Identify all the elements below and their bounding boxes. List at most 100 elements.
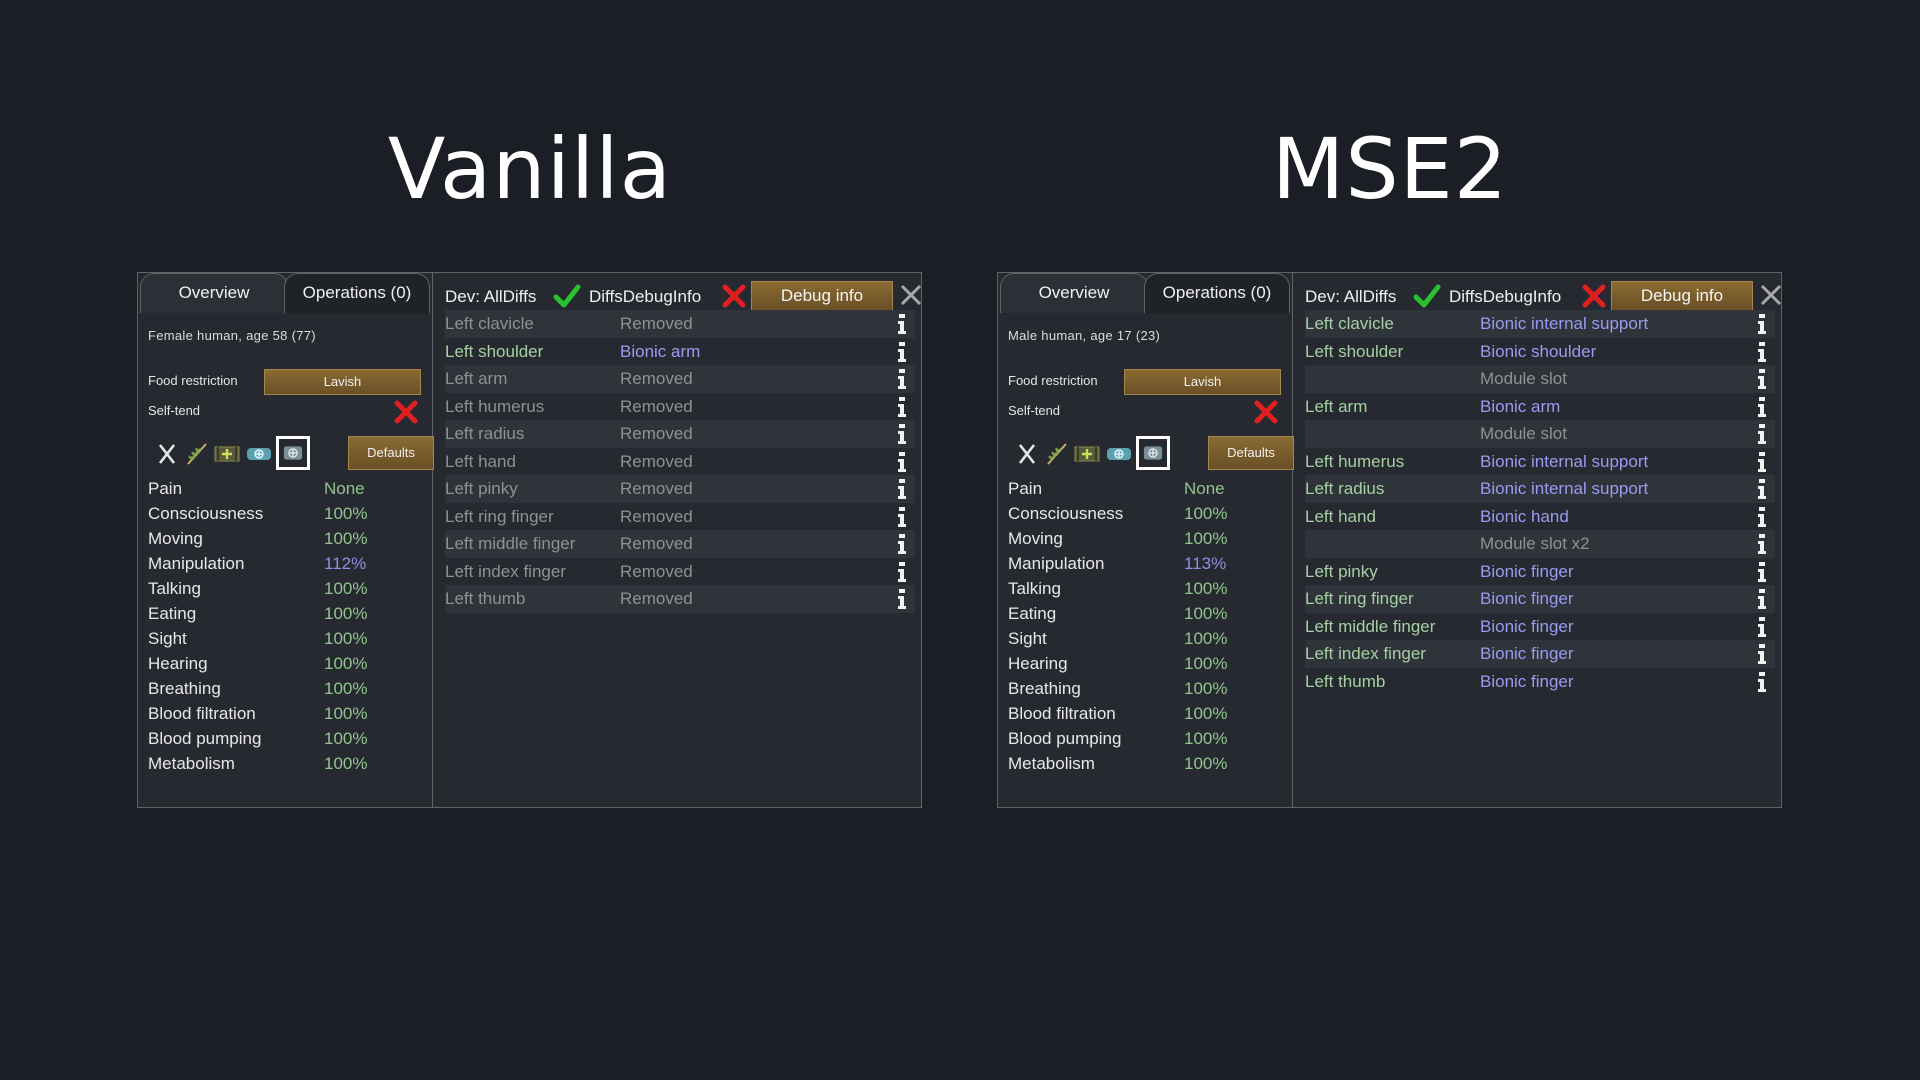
herbal-medicine-icon[interactable] <box>1042 440 1072 468</box>
hediff-row[interactable]: Left hand Removed <box>445 448 915 476</box>
food-restriction-button[interactable]: Lavish <box>264 369 421 395</box>
hediff-row[interactable]: Left clavicle Removed <box>445 310 915 338</box>
self-tend-toggle-x-icon[interactable] <box>1253 399 1279 425</box>
info-icon[interactable] <box>1756 533 1768 555</box>
self-tend-toggle-x-icon[interactable] <box>393 399 419 425</box>
capacity-row[interactable]: Breathing 100% <box>148 676 428 701</box>
info-icon[interactable] <box>896 451 908 473</box>
hediff-row[interactable]: Left radius Removed <box>445 420 915 448</box>
hediff-row[interactable]: Left clavicle Bionic internal support <box>1305 310 1775 338</box>
info-icon[interactable] <box>1756 506 1768 528</box>
info-icon[interactable] <box>1756 588 1768 610</box>
capacity-row[interactable]: Blood filtration 100% <box>1008 701 1288 726</box>
hediff-row[interactable]: Module slot <box>1305 365 1775 393</box>
defaults-button[interactable]: Defaults <box>1208 436 1294 470</box>
info-icon[interactable] <box>1756 451 1768 473</box>
info-icon[interactable] <box>896 423 908 445</box>
info-icon[interactable] <box>1756 671 1768 693</box>
hediff-row[interactable]: Left shoulder Bionic shoulder <box>1305 338 1775 366</box>
capacity-row[interactable]: Blood pumping 100% <box>148 726 428 751</box>
dev-alldiffs-label[interactable]: Dev: AllDiffs <box>1305 287 1396 307</box>
glitterworld-medicine-icon[interactable] <box>244 440 274 468</box>
hediff-row[interactable]: Left middle finger Removed <box>445 530 915 558</box>
info-icon[interactable] <box>1756 616 1768 638</box>
glitterworld-medicine-icon[interactable] <box>1104 440 1134 468</box>
hediff-row[interactable]: Left humerus Bionic internal support <box>1305 448 1775 476</box>
capacity-row[interactable]: Sight 100% <box>1008 626 1288 651</box>
info-icon[interactable] <box>1756 478 1768 500</box>
capacity-row[interactable]: Blood filtration 100% <box>148 701 428 726</box>
hediff-row[interactable]: Left humerus Removed <box>445 393 915 421</box>
capacity-row[interactable]: Pain None <box>148 476 428 501</box>
capacity-row[interactable]: Blood pumping 100% <box>1008 726 1288 751</box>
capacity-row[interactable]: Manipulation 113% <box>1008 551 1288 576</box>
hediff-row[interactable]: Module slot <box>1305 420 1775 448</box>
hediff-row[interactable]: Left pinky Removed <box>445 475 915 503</box>
info-icon[interactable] <box>1756 561 1768 583</box>
info-icon[interactable] <box>1756 423 1768 445</box>
tab-overview[interactable]: Overview <box>140 273 288 313</box>
herbal-medicine-icon[interactable] <box>182 440 212 468</box>
info-icon[interactable] <box>896 506 908 528</box>
diffs-debug-info-label[interactable]: DiffsDebugInfo <box>589 287 701 307</box>
capacity-row[interactable]: Breathing 100% <box>1008 676 1288 701</box>
hediff-row[interactable]: Left thumb Removed <box>445 585 915 613</box>
hediff-row[interactable]: Left middle finger Bionic finger <box>1305 613 1775 641</box>
hediff-row[interactable]: Left arm Bionic arm <box>1305 393 1775 421</box>
hediff-row[interactable]: Left pinky Bionic finger <box>1305 558 1775 586</box>
info-icon[interactable] <box>1756 643 1768 665</box>
capacity-row[interactable]: Consciousness 100% <box>1008 501 1288 526</box>
tab-operations[interactable]: Operations (0) <box>1144 273 1290 313</box>
food-restriction-button[interactable]: Lavish <box>1124 369 1281 395</box>
capacity-row[interactable]: Pain None <box>1008 476 1288 501</box>
info-icon[interactable] <box>1756 396 1768 418</box>
best-medicine-icon[interactable] <box>276 436 310 470</box>
info-icon[interactable] <box>896 368 908 390</box>
check-icon[interactable] <box>553 283 581 309</box>
capacity-row[interactable]: Consciousness 100% <box>148 501 428 526</box>
industrial-medicine-icon[interactable] <box>1072 440 1102 468</box>
red-x-icon[interactable] <box>1581 283 1607 309</box>
close-icon[interactable] <box>1759 283 1783 307</box>
capacity-row[interactable]: Metabolism 100% <box>148 751 428 776</box>
info-icon[interactable] <box>1756 313 1768 335</box>
capacity-row[interactable]: Eating 100% <box>1008 601 1288 626</box>
dev-alldiffs-label[interactable]: Dev: AllDiffs <box>445 287 536 307</box>
info-icon[interactable] <box>1756 368 1768 390</box>
capacity-row[interactable]: Hearing 100% <box>1008 651 1288 676</box>
no-care-icon[interactable] <box>1012 440 1042 468</box>
check-icon[interactable] <box>1413 283 1441 309</box>
debug-info-button[interactable]: Debug info <box>1611 281 1753 311</box>
capacity-row[interactable]: Eating 100% <box>148 601 428 626</box>
hediff-row[interactable]: Left radius Bionic internal support <box>1305 475 1775 503</box>
capacity-row[interactable]: Talking 100% <box>1008 576 1288 601</box>
debug-info-button[interactable]: Debug info <box>751 281 893 311</box>
info-icon[interactable] <box>896 561 908 583</box>
capacity-row[interactable]: Sight 100% <box>148 626 428 651</box>
capacity-row[interactable]: Manipulation 112% <box>148 551 428 576</box>
capacity-row[interactable]: Moving 100% <box>1008 526 1288 551</box>
diffs-debug-info-label[interactable]: DiffsDebugInfo <box>1449 287 1561 307</box>
no-care-icon[interactable] <box>152 440 182 468</box>
tab-operations[interactable]: Operations (0) <box>284 273 430 313</box>
info-icon[interactable] <box>896 396 908 418</box>
info-icon[interactable] <box>1756 341 1768 363</box>
hediff-row[interactable]: Left index finger Bionic finger <box>1305 640 1775 668</box>
hediff-row[interactable]: Module slot x2 <box>1305 530 1775 558</box>
close-icon[interactable] <box>899 283 923 307</box>
capacity-row[interactable]: Hearing 100% <box>148 651 428 676</box>
info-icon[interactable] <box>896 478 908 500</box>
capacity-row[interactable]: Talking 100% <box>148 576 428 601</box>
capacity-row[interactable]: Metabolism 100% <box>1008 751 1288 776</box>
hediff-row[interactable]: Left ring finger Removed <box>445 503 915 531</box>
best-medicine-icon[interactable] <box>1136 436 1170 470</box>
industrial-medicine-icon[interactable] <box>212 440 242 468</box>
info-icon[interactable] <box>896 533 908 555</box>
info-icon[interactable] <box>896 588 908 610</box>
hediff-row[interactable]: Left shoulder Bionic arm <box>445 338 915 366</box>
defaults-button[interactable]: Defaults <box>348 436 434 470</box>
info-icon[interactable] <box>896 313 908 335</box>
capacity-row[interactable]: Moving 100% <box>148 526 428 551</box>
red-x-icon[interactable] <box>721 283 747 309</box>
hediff-row[interactable]: Left arm Removed <box>445 365 915 393</box>
